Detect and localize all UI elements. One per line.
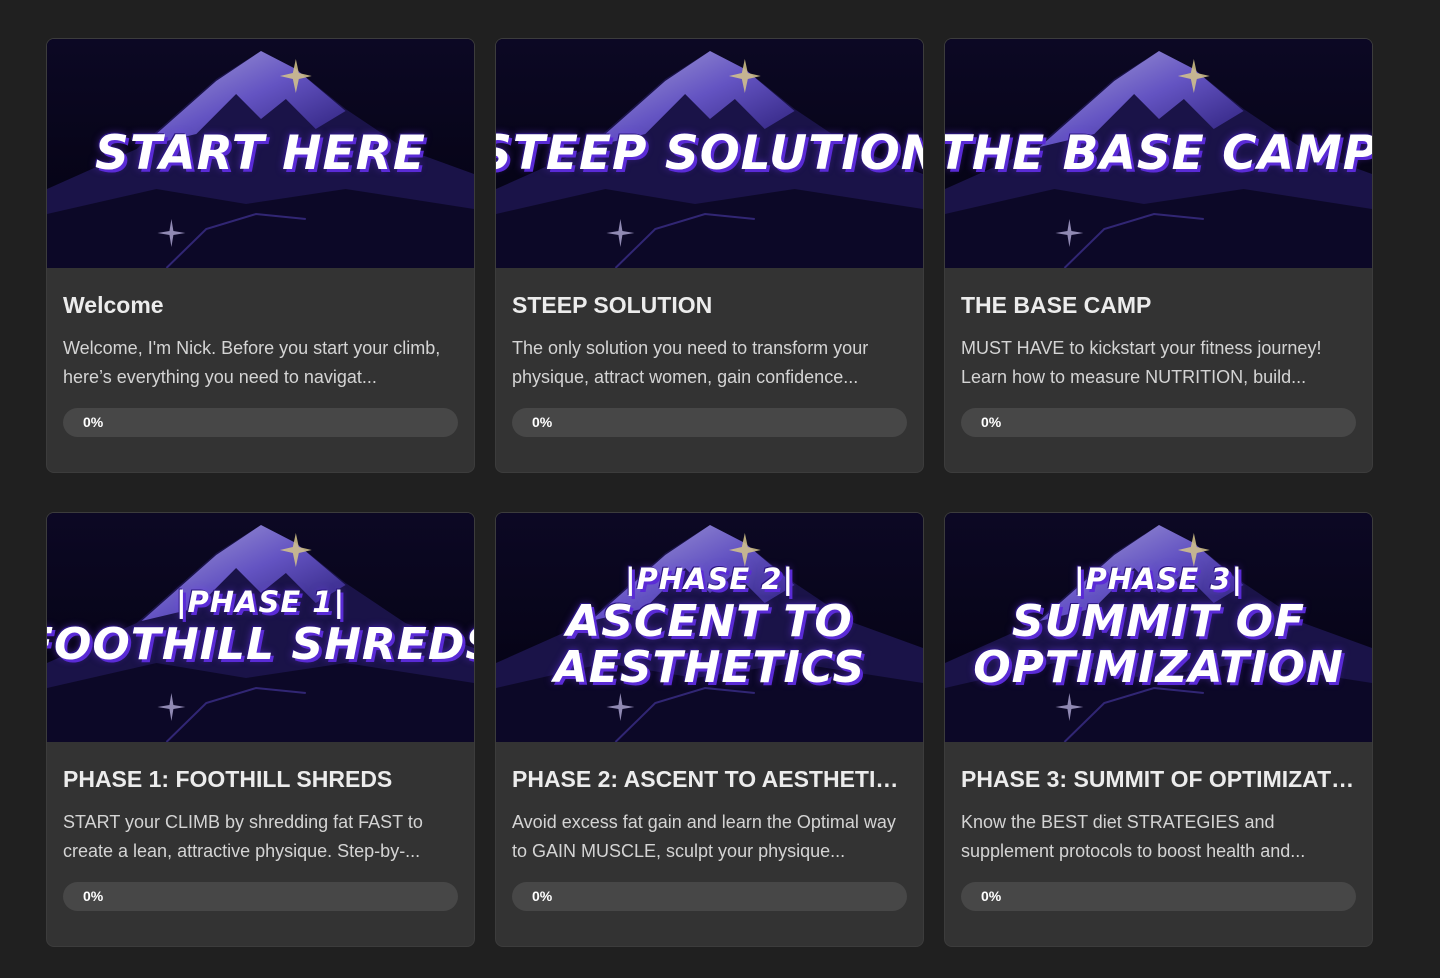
card-body: Welcome Welcome, I'm Nick. Before you st… (47, 268, 474, 437)
thumbnail-title: |PHASE 2| ASCENT TO AESTHETICS (496, 513, 923, 742)
card-body: STEEP SOLUTION The only solution you nee… (496, 268, 923, 437)
course-thumbnail[interactable]: THE BASE CAMP (945, 39, 1372, 268)
progress-bar: 0% (961, 408, 1356, 437)
thumbnail-title: STEEP SOLUTION (496, 39, 923, 268)
card-body: PHASE 1: FOOTHILL SHREDS START your CLIM… (47, 742, 474, 911)
progress-bar: 0% (63, 882, 458, 911)
thumbnail-title: |PHASE 3| SUMMIT OF OPTIMIZATION (945, 513, 1372, 742)
thumbnail-title-line: AESTHETICS (553, 641, 866, 693)
card-body: PHASE 2: ASCENT TO AESTHETICS Avoid exce… (496, 742, 923, 911)
thumbnail-title-line: |PHASE 2| (624, 562, 795, 597)
course-title[interactable]: Welcome (63, 290, 458, 320)
progress-bar: 0% (63, 408, 458, 437)
progress-label: 0% (981, 414, 1002, 430)
progress-label: 0% (83, 888, 104, 904)
course-description: Welcome, I'm Nick. Before you start your… (63, 338, 441, 387)
course-card-3[interactable]: THE BASE CAMP THE BASE CAMP MUST HAVE to… (944, 38, 1373, 473)
course-thumbnail[interactable]: |PHASE 2| ASCENT TO AESTHETICS (496, 513, 923, 742)
course-description: The only solution you need to transform … (512, 338, 869, 387)
course-title[interactable]: STEEP SOLUTION (512, 290, 907, 320)
thumbnail-title-line: |PHASE 1| (175, 585, 346, 620)
course-thumbnail[interactable]: START HERE (47, 39, 474, 268)
thumbnail-title-line: SUMMIT OF (1011, 595, 1306, 647)
course-card-4[interactable]: |PHASE 1|FOOTHILL SHREDS PHASE 1: FOOTHI… (46, 512, 475, 947)
progress-bar: 0% (512, 882, 907, 911)
thumbnail-title: START HERE (47, 39, 474, 268)
course-card-5[interactable]: |PHASE 2| ASCENT TO AESTHETICS PHASE 2: AS… (495, 512, 924, 947)
thumbnail-title-line: START HERE (95, 125, 426, 181)
thumbnail-title: |PHASE 1|FOOTHILL SHREDS (47, 513, 474, 742)
thumbnail-title-line: ASCENT TO (566, 595, 853, 647)
course-title[interactable]: PHASE 1: FOOTHILL SHREDS (63, 764, 458, 794)
progress-bar: 0% (512, 408, 907, 437)
course-card-1[interactable]: START HERE Welcome Welcome, I'm Nick. Be… (46, 38, 475, 473)
thumbnail-title: THE BASE CAMP (945, 39, 1372, 268)
thumbnail-title-line: FOOTHILL SHREDS (47, 618, 474, 670)
course-thumbnail[interactable]: |PHASE 1|FOOTHILL SHREDS (47, 513, 474, 742)
course-card-2[interactable]: STEEP SOLUTION STEEP SOLUTION The only s… (495, 38, 924, 473)
thumbnail-title-line: OPTIMIZATION (973, 641, 1344, 693)
course-description: Avoid excess fat gain and learn the Opti… (512, 812, 896, 861)
progress-label: 0% (532, 414, 553, 430)
course-title[interactable]: PHASE 2: ASCENT TO AESTHETICS (512, 764, 907, 794)
course-description: MUST HAVE to kickstart your fitness jour… (961, 338, 1322, 387)
course-title[interactable]: THE BASE CAMP (961, 290, 1356, 320)
course-thumbnail[interactable]: |PHASE 3| SUMMIT OF OPTIMIZATION (945, 513, 1372, 742)
thumbnail-title-line: THE BASE CAMP (945, 125, 1372, 181)
progress-bar: 0% (961, 882, 1356, 911)
course-grid: START HERE Welcome Welcome, I'm Nick. Be… (46, 38, 1373, 947)
course-card-6[interactable]: |PHASE 3| SUMMIT OF OPTIMIZATION PHASE 3: … (944, 512, 1373, 947)
progress-label: 0% (532, 888, 553, 904)
card-body: THE BASE CAMP MUST HAVE to kickstart you… (945, 268, 1372, 437)
progress-label: 0% (981, 888, 1002, 904)
course-thumbnail[interactable]: STEEP SOLUTION (496, 39, 923, 268)
progress-label: 0% (83, 414, 104, 430)
card-body: PHASE 3: SUMMIT OF OPTIMIZATION Know the… (945, 742, 1372, 911)
course-description: START your CLIMB by shredding fat FAST t… (63, 812, 423, 861)
thumbnail-title-line: |PHASE 3| (1073, 562, 1244, 597)
thumbnail-title-line: STEEP SOLUTION (496, 125, 923, 181)
course-description: Know the BEST diet STRATEGIES and supple… (961, 812, 1306, 861)
course-title[interactable]: PHASE 3: SUMMIT OF OPTIMIZATION (961, 764, 1356, 794)
